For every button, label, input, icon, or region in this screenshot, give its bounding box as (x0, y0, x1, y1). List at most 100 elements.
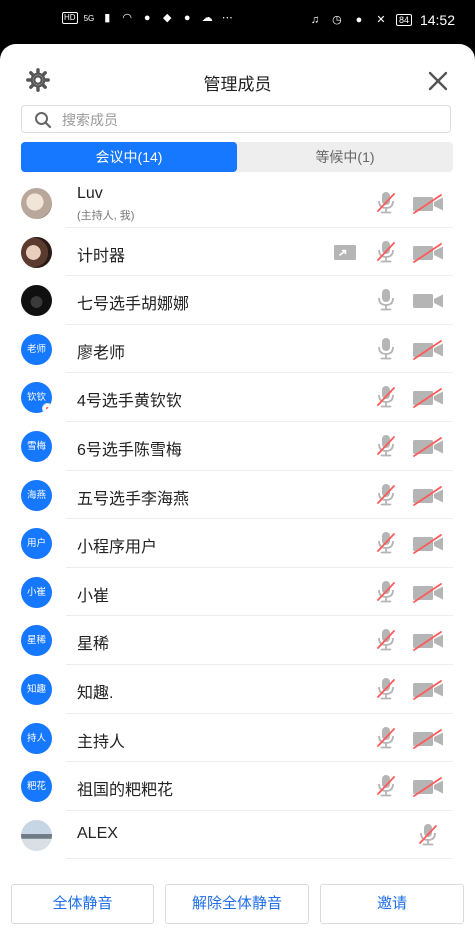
mute-bell-icon: ✕ (376, 14, 386, 26)
member-row[interactable]: 计时器 (0, 228, 475, 277)
member-row[interactable]: 海燕 五号选手李海燕 (0, 471, 475, 520)
member-row[interactable]: 知趣 知趣. (0, 665, 475, 714)
mic-muted-icon[interactable] (376, 240, 396, 264)
notification-icon: ● (143, 12, 151, 24)
member-row[interactable]: 七号选手胡娜娜 (0, 276, 475, 325)
mic-muted-icon[interactable] (376, 677, 396, 701)
avatar-initials: 老师 (26, 343, 46, 355)
status-right: ♫ ◷ ● ✕ 84 14:52 (308, 12, 455, 28)
avatar: 用户 (21, 528, 52, 560)
avatar (21, 188, 52, 219)
network-type: 5G (83, 13, 95, 23)
member-row[interactable]: 小崔 小崔 (0, 568, 475, 617)
camera-off-icon[interactable] (412, 242, 444, 263)
battery-indicator: 84 (395, 14, 412, 26)
camera-off-icon[interactable] (412, 339, 444, 360)
member-row[interactable]: 用户 小程序用户 (0, 519, 475, 568)
mini-program-badge-icon (42, 403, 52, 414)
signal-icon: ▮ (104, 12, 111, 24)
member-row[interactable]: 雪梅 6号选手陈雪梅 (0, 422, 475, 471)
tab-waiting-room[interactable]: 等候中(1) (237, 142, 453, 172)
mute-all-button[interactable]: 全体静音 (11, 884, 154, 924)
avatar-initials: 雪梅 (26, 440, 46, 452)
camera-icon[interactable] (412, 291, 444, 311)
mic-muted-icon[interactable] (376, 580, 396, 604)
member-row[interactable]: 粑花 祖国的粑粑花 (0, 762, 475, 811)
chat-icon: ● (183, 12, 191, 24)
member-name: 五号选手李海燕 (77, 490, 190, 508)
camera-off-icon[interactable] (412, 437, 444, 457)
close-icon[interactable] (427, 70, 449, 92)
mic-icon[interactable] (376, 288, 396, 312)
app-icon: ◆ (163, 12, 172, 24)
mic-muted-icon[interactable] (418, 823, 438, 847)
member-name: 主持人 (77, 733, 126, 751)
avatar: 雪梅 (21, 430, 52, 462)
search-input[interactable] (60, 109, 444, 131)
avatar: 老师 (21, 333, 52, 365)
camera-off-icon[interactable] (412, 194, 444, 214)
avatar (21, 819, 52, 851)
avatar-initials: 星稀 (26, 635, 46, 647)
member-name: 星稀 (77, 636, 110, 654)
camera-off-icon[interactable] (412, 388, 444, 409)
member-row[interactable]: 老师 廖老师 (0, 325, 475, 374)
avatar (21, 285, 52, 317)
avatar-initials: 知趣 (26, 683, 46, 695)
camera-off-icon[interactable] (412, 728, 444, 749)
avatar (21, 236, 52, 268)
mic-status-icon: ● (355, 14, 363, 26)
mic-muted-icon[interactable] (376, 531, 396, 555)
camera-off-icon[interactable] (412, 680, 444, 700)
mic-icon[interactable] (376, 337, 396, 361)
alarm-icon: ◷ (332, 14, 342, 26)
avatar: 海燕 (21, 479, 52, 511)
hd-badge: HD (62, 12, 78, 24)
member-name: 知趣. (77, 684, 114, 702)
avatar-initials: 持人 (26, 732, 46, 744)
member-row[interactable]: 星稀 星稀 (0, 616, 475, 665)
status-left: HD 5G ▮ ◠ ● ◆ ● ☁ ⋯ (62, 12, 234, 24)
screen-share-icon[interactable] (333, 244, 357, 261)
cloud-icon: ☁ (201, 12, 213, 24)
mic-muted-icon[interactable] (376, 434, 396, 458)
avatar: 知趣 (21, 673, 52, 705)
member-name: 小崔 (77, 587, 110, 605)
avatar-initials: 钦钦 (26, 392, 46, 404)
mic-muted-icon[interactable] (376, 774, 396, 798)
mic-muted-icon[interactable] (376, 628, 396, 652)
more-icon: ⋯ (221, 12, 233, 24)
camera-off-icon[interactable] (412, 631, 444, 652)
mic-muted-icon[interactable] (376, 191, 396, 215)
member-row[interactable]: 持人 主持人 (0, 714, 475, 763)
camera-off-icon[interactable] (412, 582, 444, 603)
unmute-all-button[interactable]: 解除全体静音 (165, 884, 309, 924)
member-row[interactable]: Luv (主持人, 我) (0, 179, 475, 228)
search-box[interactable] (21, 105, 451, 133)
member-row[interactable]: ALEX (0, 811, 475, 860)
avatar-initials: 海燕 (26, 489, 46, 501)
invite-button[interactable]: 邀请 (320, 884, 464, 924)
mic-muted-icon[interactable] (376, 726, 396, 750)
member-name: 廖老师 (77, 344, 126, 362)
tab-in-meeting[interactable]: 会议中(14) (21, 142, 237, 172)
member-tabs: 会议中(14) 等候中(1) (21, 142, 453, 172)
avatar-initials: 用户 (26, 538, 46, 550)
page-title: 管理成员 (203, 75, 272, 94)
member-list: Luv (主持人, 我) 计时器七号选手胡娜娜老师 廖老师钦钦 4号选手黄钦钦雪梅 6号选… (0, 179, 475, 860)
avatar-initials: 粑花 (26, 781, 46, 793)
headphones-icon: ♫ (310, 14, 320, 26)
member-row[interactable]: 钦钦 4号选手黄钦钦 (0, 373, 475, 422)
camera-off-icon[interactable] (412, 485, 444, 506)
mic-muted-icon[interactable] (376, 483, 396, 507)
search-icon (35, 112, 52, 129)
member-name: ALEX (77, 824, 118, 842)
camera-off-icon[interactable] (412, 534, 444, 555)
member-name: 计时器 (77, 247, 126, 265)
camera-off-icon[interactable] (412, 777, 444, 798)
footer-actions: 全体静音 解除全体静音 邀请 (0, 876, 475, 949)
member-name: 6号选手陈雪梅 (77, 441, 182, 459)
member-name: 祖国的粑粑花 (77, 782, 174, 800)
mic-muted-icon[interactable] (376, 385, 396, 409)
member-name: Luv (77, 185, 103, 202)
